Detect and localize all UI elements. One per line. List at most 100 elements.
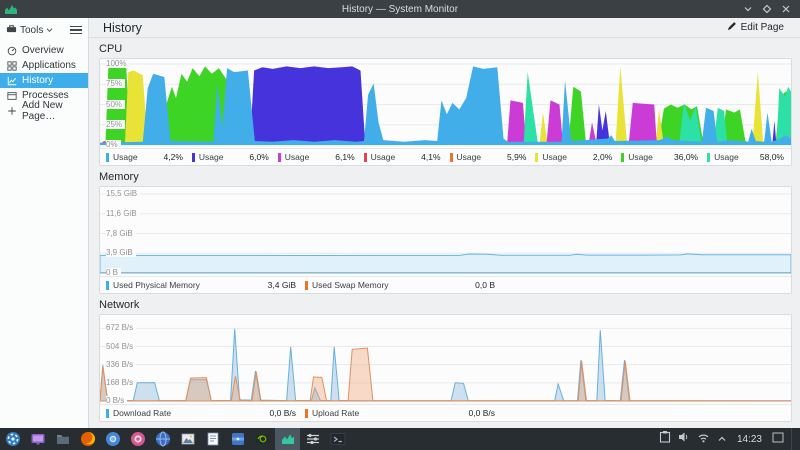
legend-item: Usage 4,2% xyxy=(102,149,188,165)
image-viewer-icon[interactable] xyxy=(175,428,200,450)
chromium-icon[interactable] xyxy=(100,428,125,450)
cpu-card: 100% 75% 50% 25% 0% Usage 4,2% Usage 6,0% Usag… xyxy=(99,58,792,166)
legend-item: Download Rate 0,0 B/s xyxy=(102,405,301,421)
network-section-title: Network xyxy=(99,299,140,311)
memory-section-title: Memory xyxy=(99,171,139,183)
edit-page-label: Edit Page xyxy=(740,22,784,33)
axis-tick-label: 336 B/s xyxy=(106,359,137,369)
axis-tick-label: 0 B/s xyxy=(106,396,128,404)
legend-color-marker xyxy=(305,280,308,290)
sidebar-item-label: Overview xyxy=(22,45,64,56)
legend-item: Usage 6,0% xyxy=(188,149,274,165)
legend-label: Usage xyxy=(542,152,567,162)
tools-menu-button[interactable]: Tools xyxy=(6,23,53,37)
chevron-down-icon xyxy=(46,25,53,36)
network-section: Network 672 B/s 504 B/s 336 B/s 168 B/s 0 B/… xyxy=(99,296,792,424)
window-title: History — System Monitor xyxy=(341,3,459,15)
sidebar-menu-icon[interactable] xyxy=(70,25,82,35)
system-monitor-task-icon[interactable] xyxy=(275,428,300,450)
window-titlebar[interactable]: History — System Monitor xyxy=(0,0,800,18)
axis-tick-label: 25% xyxy=(106,119,126,129)
cpu-chart: 100% 75% 50% 25% 0% xyxy=(100,59,791,148)
axis-tick-label: 15,5 GiB xyxy=(106,189,141,198)
legend-value: 0,0 B/s xyxy=(269,408,296,418)
toolbox-icon xyxy=(6,23,17,37)
axis-tick-label: 672 B/s xyxy=(106,323,137,333)
history-page: CPU 100% 75% 50% 25% 0% Usage 4,2% Usage 6,0% … xyxy=(89,38,800,428)
sidebar: Tools Overview Applications History Proc… xyxy=(0,18,89,428)
kubuntu-menu-icon[interactable] xyxy=(0,428,25,450)
legend-color-marker xyxy=(363,152,367,162)
software-center-icon[interactable] xyxy=(225,428,250,450)
legend-color-marker xyxy=(106,408,109,418)
legend-label: Usage xyxy=(370,152,396,162)
text-document-icon[interactable] xyxy=(200,428,225,450)
settings-sliders-icon[interactable] xyxy=(300,428,325,450)
sidebar-item-applications[interactable]: Applications xyxy=(0,58,88,73)
legend-color-marker xyxy=(449,152,453,162)
volume-icon[interactable] xyxy=(678,430,690,448)
legend-value: 0,0 B xyxy=(475,280,495,290)
legend-label: Download Rate xyxy=(113,408,172,418)
file-manager-icon[interactable] xyxy=(50,428,75,450)
sidebar-item-overview[interactable]: Overview xyxy=(0,43,88,58)
sidebar-item-add-new-page[interactable]: Add New Page… xyxy=(0,100,88,122)
legend-item: Usage 58,0% xyxy=(703,149,789,165)
legend-label: Usage xyxy=(628,152,653,162)
minimize-icon[interactable] xyxy=(743,4,753,14)
legend-item: Upload Rate 0,0 B/s xyxy=(301,405,500,421)
legend-color-marker xyxy=(305,408,308,418)
close-icon[interactable] xyxy=(781,4,791,14)
system-tray: 14:23 xyxy=(659,428,800,450)
legend-item: Usage 6,1% xyxy=(274,149,360,165)
legend-label: Usage xyxy=(198,152,224,162)
axis-tick-label: 50% xyxy=(106,99,126,109)
memory-card: 15,5 GiB 11,6 GiB 7,8 GiB 3,9 GiB 0 B Used P… xyxy=(99,186,792,294)
wifi-icon[interactable] xyxy=(697,430,710,448)
legend-value: 3,4 GiB xyxy=(267,280,296,290)
firefox-icon[interactable] xyxy=(75,428,100,450)
page-header: History Edit Page xyxy=(89,18,800,38)
page-title: History xyxy=(103,20,142,35)
legend-value: 4,1% xyxy=(421,152,441,162)
legend-item: Usage 4,1% xyxy=(360,149,446,165)
axis-tick-label: 75% xyxy=(106,79,126,89)
main-content: History Edit Page CPU 100% 75% 50% 25% 0% Us… xyxy=(89,18,800,428)
legend-color-marker xyxy=(106,152,109,162)
maximize-icon[interactable] xyxy=(762,4,772,14)
display-app-icon[interactable] xyxy=(25,428,50,450)
web-browser-icon[interactable] xyxy=(150,428,175,450)
clipboard-tray-icon[interactable] xyxy=(659,430,671,448)
show-desktop-icon[interactable] xyxy=(772,430,784,448)
desktop-screen: History — System Monitor Tools Overview xyxy=(0,0,800,450)
legend-value: 4,2% xyxy=(163,152,183,162)
expand-tray-icon[interactable] xyxy=(717,430,727,448)
memory-chart-canvas xyxy=(100,193,791,274)
peek-desktop-strip[interactable] xyxy=(791,428,797,450)
legend-label: Usage xyxy=(714,152,739,162)
nvidia-settings-icon[interactable] xyxy=(250,428,275,450)
app-window: Tools Overview Applications History Proc… xyxy=(0,18,800,428)
axis-tick-label: 3,9 GiB xyxy=(106,248,136,258)
network-card: 672 B/s 504 B/s 336 B/s 168 B/s 0 B/s Downlo… xyxy=(99,314,792,422)
terminal-icon[interactable] xyxy=(325,428,350,450)
edit-page-button[interactable]: Edit Page xyxy=(721,20,790,35)
legend-value: 36,0% xyxy=(674,152,699,162)
legend-label: Used Physical Memory xyxy=(113,280,200,290)
cpu-chart-canvas xyxy=(100,63,791,146)
sidebar-item-history[interactable]: History xyxy=(0,73,88,88)
axis-tick-label: 504 B/s xyxy=(106,341,137,351)
sidebar-item-label: History xyxy=(22,75,54,86)
legend-value: 5,9% xyxy=(507,152,527,162)
axis-tick-label: 0 B xyxy=(106,268,122,276)
memory-legend: Used Physical Memory 3,4 GiB Used Swap Me… xyxy=(100,276,791,293)
kde-pink-app-icon[interactable] xyxy=(125,428,150,450)
history-chart-icon xyxy=(7,76,17,86)
legend-label: Usage xyxy=(284,152,310,162)
legend-value: 6,0% xyxy=(249,152,269,162)
network-legend: Download Rate 0,0 B/s Upload Rate 0,0 B/s xyxy=(100,404,791,421)
cpu-section-title: CPU xyxy=(99,43,123,55)
clock[interactable]: 14:23 xyxy=(737,434,762,445)
memory-chart: 15,5 GiB 11,6 GiB 7,8 GiB 3,9 GiB 0 B xyxy=(100,187,791,276)
legend-value: 0,0 B/s xyxy=(468,408,495,418)
